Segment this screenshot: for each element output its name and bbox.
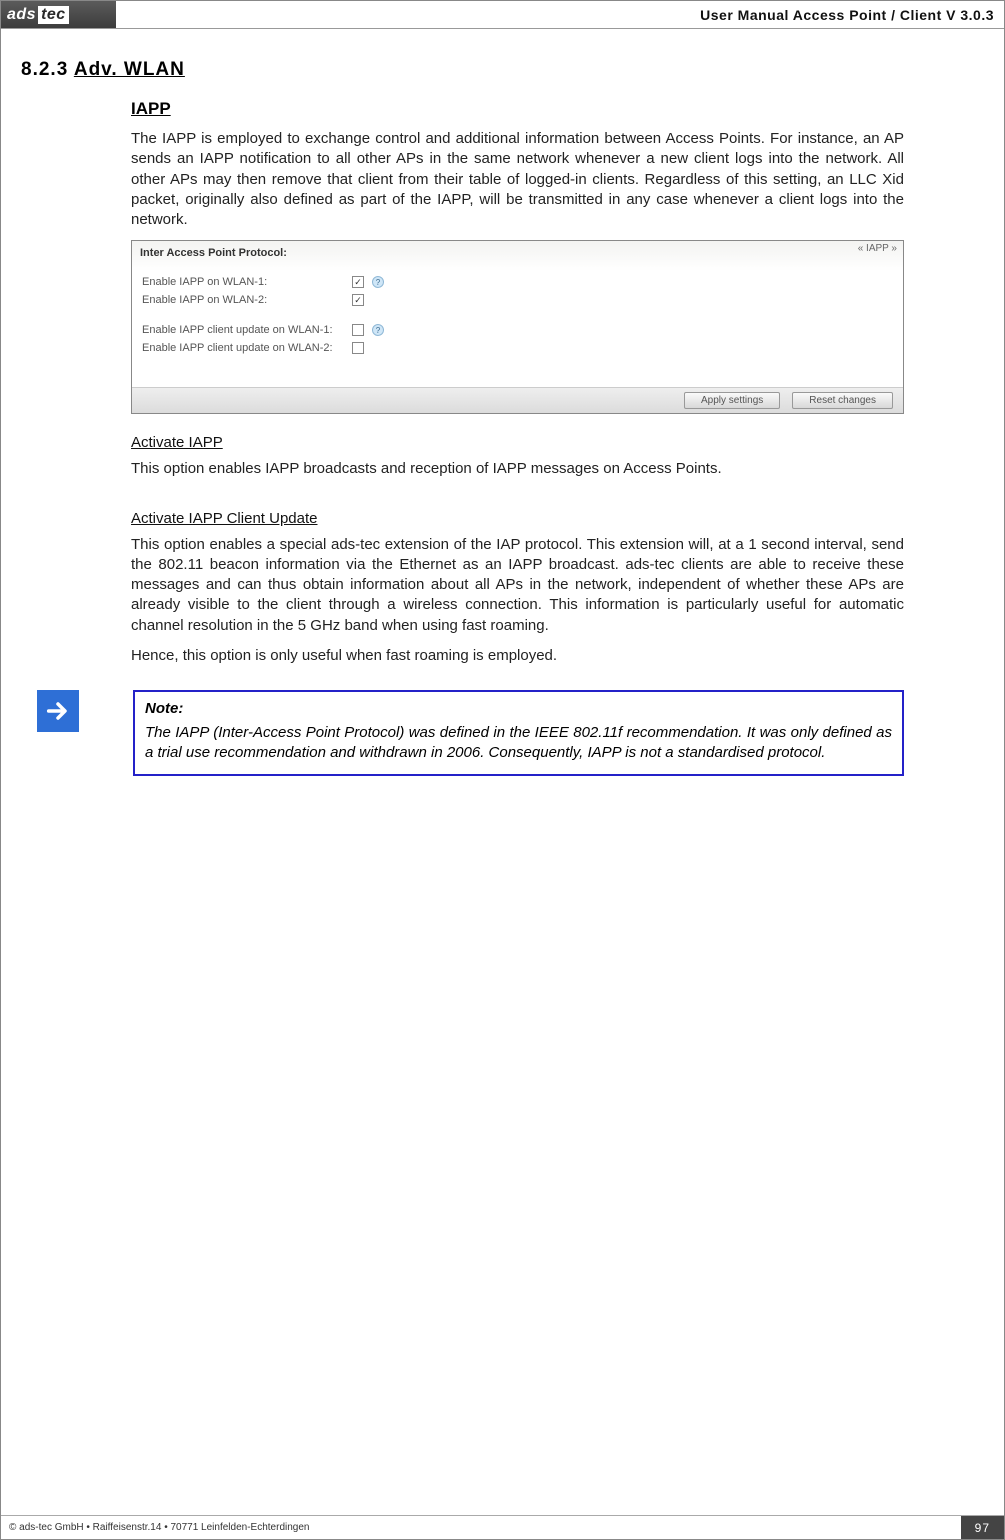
note-row: Note: The IAPP (Inter-Access Point Proto… xyxy=(37,690,904,776)
section-title: Adv. WLAN xyxy=(74,59,185,80)
document-title: User Manual Access Point / Client V 3.0.… xyxy=(116,1,1004,28)
panel-footer: Apply settings Reset changes xyxy=(132,387,903,413)
section-body: IAPP The IAPP is employed to exchange co… xyxy=(131,99,904,666)
section-number: 8.2.3 xyxy=(21,59,68,80)
panel-row: Enable IAPP on WLAN-1: ✓ ? xyxy=(142,273,893,291)
checkbox-icon[interactable] xyxy=(352,324,364,336)
note-label: Note: xyxy=(145,700,892,717)
top-header: ads tec User Manual Access Point / Clien… xyxy=(1,1,1004,29)
panel-row: Enable IAPP client update on WLAN-1: ? xyxy=(142,321,893,339)
client-update-heading: Activate IAPP Client Update xyxy=(131,510,904,527)
note-box: Note: The IAPP (Inter-Access Point Proto… xyxy=(133,690,904,776)
page: ads tec User Manual Access Point / Clien… xyxy=(0,0,1005,1540)
panel-tag: « IAPP » xyxy=(858,243,897,254)
logo: ads tec xyxy=(1,1,116,28)
panel-label: Enable IAPP client update on WLAN-2: xyxy=(142,342,352,354)
panel-row: Enable IAPP client update on WLAN-2: xyxy=(142,339,893,357)
footer: © ads-tec GmbH • Raiffeisenstr.14 • 7077… xyxy=(1,1515,1004,1539)
activate-iapp-heading: Activate IAPP xyxy=(131,434,904,451)
iapp-heading: IAPP xyxy=(131,99,904,119)
checkbox-icon[interactable] xyxy=(352,342,364,354)
panel-body: Enable IAPP on WLAN-1: ✓ ? Enable IAPP o… xyxy=(132,273,903,387)
apply-button[interactable]: Apply settings xyxy=(684,392,780,409)
checkbox-icon[interactable]: ✓ xyxy=(352,276,364,288)
help-icon[interactable]: ? xyxy=(372,324,384,336)
logo-ads: ads xyxy=(7,6,36,24)
panel-label: Enable IAPP client update on WLAN-1: xyxy=(142,324,352,336)
reset-button[interactable]: Reset changes xyxy=(792,392,893,409)
note-text: The IAPP (Inter-Access Point Protocol) w… xyxy=(145,723,892,764)
footer-copyright: © ads-tec GmbH • Raiffeisenstr.14 • 7077… xyxy=(1,1522,309,1533)
checkbox-icon[interactable]: ✓ xyxy=(352,294,364,306)
content: 8.2.3 Adv. WLAN IAPP The IAPP is employe… xyxy=(1,29,1004,776)
arrow-icon xyxy=(37,690,79,732)
iapp-panel: « IAPP » Inter Access Point Protocol: En… xyxy=(131,240,904,414)
panel-label: Enable IAPP on WLAN-2: xyxy=(142,294,352,306)
activate-iapp-text: This option enables IAPP broadcasts and … xyxy=(131,459,904,479)
logo-tec: tec xyxy=(38,6,69,24)
client-update-text2: Hence, this option is only useful when f… xyxy=(131,646,904,666)
section-heading: 8.2.3 Adv. WLAN xyxy=(21,59,944,81)
logo-text: ads tec xyxy=(7,6,69,24)
client-update-text: This option enables a special ads-tec ex… xyxy=(131,535,904,636)
page-number: 97 xyxy=(961,1516,1004,1539)
help-icon[interactable]: ? xyxy=(372,276,384,288)
panel-label: Enable IAPP on WLAN-1: xyxy=(142,276,352,288)
iapp-intro: The IAPP is employed to exchange control… xyxy=(131,129,904,230)
panel-row: Enable IAPP on WLAN-2: ✓ xyxy=(142,291,893,309)
panel-header: Inter Access Point Protocol: xyxy=(132,241,903,273)
